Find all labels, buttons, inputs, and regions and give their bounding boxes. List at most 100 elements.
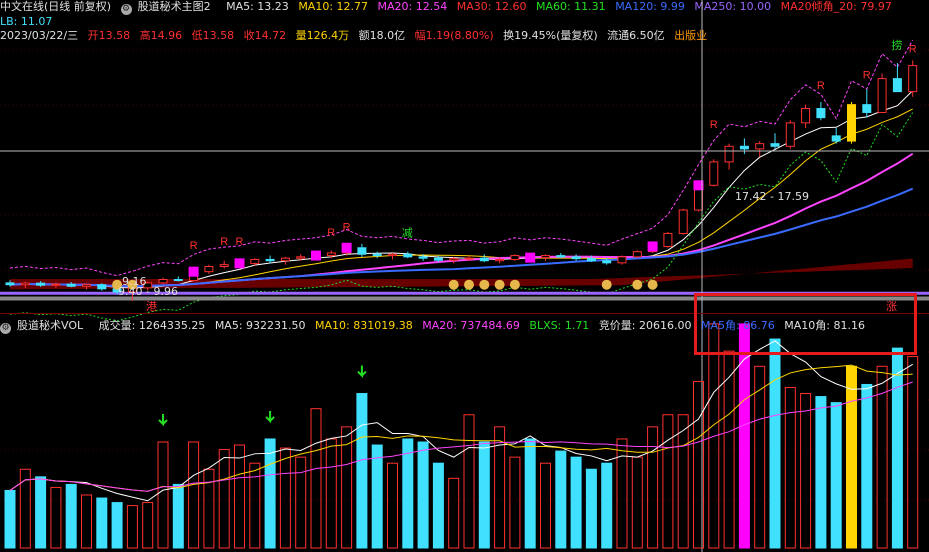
- volume-bar: [402, 438, 414, 549]
- r-marker: R: [909, 43, 917, 55]
- volume-bar: [249, 462, 261, 549]
- candle-body: [449, 258, 459, 261]
- volume-bar: [524, 438, 536, 549]
- volume-bar: [142, 502, 154, 549]
- volume-indicator-name[interactable]: ⚙ 股道秘术VOL: [0, 319, 89, 334]
- candle-body: [82, 284, 91, 287]
- volume-bar: [218, 449, 230, 549]
- port-marker: 港: [146, 300, 157, 313]
- volume-bar: [96, 497, 108, 549]
- volume-bar: [203, 468, 215, 549]
- candle-body: [785, 122, 795, 147]
- volume-bar: [35, 476, 47, 549]
- candle-body: [296, 256, 306, 259]
- candle-body: [541, 255, 550, 259]
- volume-bar: [830, 402, 842, 549]
- vol-ma10-value: MA10: 831019.38: [315, 319, 413, 332]
- r-marker: R: [710, 119, 718, 131]
- range-high-label: 17.42 - 17.59: [735, 190, 809, 203]
- candle-body: [158, 279, 168, 284]
- candle-body: [632, 251, 642, 258]
- candle-body: [908, 65, 918, 93]
- candle-body: [495, 258, 505, 262]
- candle-body: [617, 256, 627, 264]
- volume-bar: [81, 494, 92, 549]
- vol-ma20-value: MA20: 737484.69: [422, 319, 520, 332]
- volume-bar: [784, 386, 796, 549]
- volume-bar: [50, 486, 62, 549]
- candle-body: [770, 143, 780, 147]
- candle-body: [464, 257, 474, 260]
- candle-body: [724, 145, 734, 163]
- candle-body: [388, 253, 397, 257]
- down-arrow-icon: [265, 410, 275, 424]
- volume-bar: [448, 477, 460, 549]
- volume-bar: [631, 456, 643, 549]
- moneybag-icon: [494, 279, 505, 290]
- candle-body: [5, 282, 15, 286]
- candle-body: [36, 282, 46, 286]
- candle-body: [66, 283, 76, 287]
- volume-bar: [432, 462, 444, 549]
- low-point-label: 9.16: [122, 275, 147, 288]
- volume-bar: [891, 347, 903, 549]
- volume-bar: [371, 444, 383, 549]
- volume-bar: [555, 450, 567, 549]
- candle-body: [571, 256, 581, 260]
- volume-bar: [188, 441, 200, 549]
- candle-body: [709, 161, 719, 186]
- volume-bar: [111, 502, 123, 549]
- candle-body: [739, 145, 749, 150]
- volume-value: 成交量: 1264335.25: [98, 319, 206, 332]
- volume-bar: [616, 438, 628, 549]
- zhang-marker: 涨: [886, 300, 897, 313]
- volume-bar: [601, 462, 613, 549]
- candle-body: [877, 78, 887, 113]
- candle-body: [847, 104, 856, 142]
- volume-bar: [907, 356, 919, 549]
- signal-marker: [525, 252, 536, 263]
- volume-bar: [540, 462, 551, 549]
- candle-body: [831, 135, 841, 142]
- volume-bar: [846, 365, 857, 549]
- candle-body: [801, 108, 811, 124]
- candle-body: [51, 283, 61, 286]
- volume-bar: [463, 414, 475, 549]
- candle-body: [433, 257, 443, 261]
- r-marker: R: [817, 80, 825, 92]
- gear-icon[interactable]: ⚙: [0, 323, 11, 334]
- candle-body: [479, 257, 489, 262]
- candle-body: [97, 284, 107, 290]
- volume-bar: [570, 456, 582, 549]
- volume-bar: [295, 456, 307, 549]
- candle-body: [403, 253, 413, 258]
- volume-bar: [157, 441, 169, 549]
- signal-marker: [188, 266, 199, 277]
- r-marker: R: [343, 222, 351, 234]
- volume-bar: [126, 505, 138, 549]
- volume-bar: [65, 483, 77, 549]
- blxs-value: BLXS: 1.71: [529, 319, 590, 332]
- volume-bar: [738, 323, 750, 549]
- volume-bar: [4, 489, 16, 549]
- volume-bar: [800, 393, 812, 549]
- volume-bar: [585, 468, 597, 549]
- volume-bar: [662, 414, 674, 549]
- moneybag-icon: [464, 279, 474, 290]
- moneybag-icon: [509, 279, 520, 290]
- ma20-line: [9, 152, 914, 288]
- moneybag-icon: [448, 279, 459, 290]
- volume-bar: [387, 462, 398, 549]
- catch-marker: 捞: [891, 39, 902, 52]
- vol-ma5-value: MA5: 932231.50: [214, 319, 306, 332]
- candle-body: [556, 255, 566, 258]
- candle-body: [816, 108, 826, 119]
- stock-chart-window: { "price_header": { "title": "中文在线(日线 前复…: [0, 0, 929, 552]
- signal-marker: [234, 258, 245, 269]
- r-marker: R: [327, 227, 335, 239]
- r-marker: R: [190, 240, 198, 252]
- candle-body: [326, 252, 336, 257]
- volume-bar: [19, 468, 31, 549]
- candle-body: [586, 258, 596, 262]
- volume-bar: [815, 396, 827, 549]
